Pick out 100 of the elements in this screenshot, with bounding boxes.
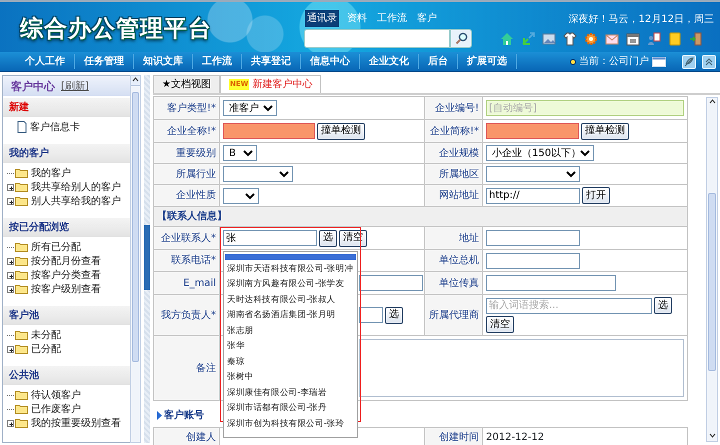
collapse-handle[interactable]: [144, 225, 150, 290]
expand-icon[interactable]: [7, 286, 14, 292]
search-field[interactable]: [304, 29, 450, 48]
autocomplete-option[interactable]: 湖南省名扬酒店集团-张月明: [225, 308, 356, 324]
nav-item[interactable]: 信息中心: [301, 54, 360, 69]
tree-item-label[interactable]: 别人共享给我的客户: [31, 194, 121, 208]
dropdown-field[interactable]: [223, 188, 259, 204]
dropdown-field[interactable]: 小企业（150以下）: [486, 145, 594, 161]
form-button[interactable]: 选: [385, 306, 403, 324]
tree-item-label[interactable]: 按客户级别查看: [31, 282, 101, 296]
tab[interactable]: ★文档视图: [153, 75, 220, 93]
input-field[interactable]: [359, 307, 383, 323]
input-field[interactable]: [486, 275, 616, 291]
search-icon[interactable]: [454, 32, 468, 45]
expand-icon[interactable]: [7, 346, 14, 352]
section-heading: 新建: [3, 98, 130, 117]
autocomplete-option[interactable]: 秦琼: [225, 354, 356, 370]
tree-item-label[interactable]: 按客户分类查看: [31, 268, 101, 282]
input-field[interactable]: [486, 230, 580, 246]
envelope-icon[interactable]: [605, 32, 619, 46]
input-field[interactable]: [自动编号]: [486, 100, 684, 116]
field-label: 重要级别: [176, 148, 216, 158]
field-label: 所属地区: [439, 168, 479, 180]
nav-item[interactable]: 共享登记: [242, 54, 301, 69]
scroll-up-icon[interactable]: [132, 76, 139, 84]
folder-icon: [15, 344, 28, 354]
autocomplete-option[interactable]: 天时达科技有限公司-张叔人: [225, 292, 356, 308]
form-button[interactable]: 选: [654, 297, 672, 314]
nav-item[interactable]: 知识文库: [134, 54, 193, 69]
folder-icon: [15, 404, 28, 414]
input-field[interactable]: [486, 123, 579, 139]
nav-item[interactable]: 任务管理: [75, 54, 134, 69]
notebook-icon[interactable]: [668, 32, 682, 46]
scroll-down-icon[interactable]: [708, 431, 716, 439]
nav-item[interactable]: 企业文化: [360, 54, 419, 69]
tree-item-label[interactable]: 未分配: [31, 328, 61, 342]
autocomplete-option[interactable]: 张树中: [225, 370, 356, 386]
dropdown-field[interactable]: 准客户: [223, 100, 277, 116]
folder-icon: [15, 270, 28, 280]
nav-item[interactable]: 扩展可选: [458, 54, 517, 69]
refresh-link[interactable]: [刷新]: [61, 79, 89, 93]
autocomplete-option[interactable]: 深圳市创为科技有限公司-张玲: [225, 416, 356, 432]
calendar-icon[interactable]: [626, 32, 640, 46]
field-label: 创建时间: [439, 432, 479, 443]
tree-item-label[interactable]: 已作废客户: [31, 402, 81, 416]
highlighted-option[interactable]: [225, 254, 356, 260]
expand-icon[interactable]: [7, 272, 14, 278]
form-button[interactable]: 撞单检测: [581, 122, 629, 140]
tree-item-label[interactable]: 我的客户: [31, 166, 71, 180]
dropdown-field[interactable]: B: [223, 145, 257, 161]
field-value: 2012-12-12: [486, 432, 544, 443]
form-button[interactable]: 清空: [486, 316, 514, 333]
shirt-icon[interactable]: [563, 32, 577, 46]
nav-item[interactable]: 工作流: [193, 54, 242, 69]
expand-icon[interactable]: [7, 420, 14, 426]
tree-item-label[interactable]: 按分配月份查看: [31, 254, 101, 268]
gear-icon[interactable]: [584, 32, 598, 46]
form-button[interactable]: 撞单检测: [317, 122, 365, 140]
section-link[interactable]: 客户账号: [164, 408, 204, 422]
tree-item-label[interactable]: 客户信息卡: [30, 120, 80, 134]
tree-item-label[interactable]: 我共享给别人的客户: [31, 180, 121, 194]
tree-item-label[interactable]: 我的按重要级别查看: [31, 416, 121, 430]
form-button[interactable]: 选: [319, 230, 337, 246]
input-field[interactable]: 输入词语搜索...: [486, 298, 652, 314]
expand-icon[interactable]: [7, 184, 14, 190]
scrollbar-thumb[interactable]: [132, 92, 139, 362]
section-heading: 我的客户: [3, 144, 130, 163]
input-field[interactable]: 张: [223, 230, 317, 246]
search-button[interactable]: [450, 29, 472, 48]
field-label: 网站地址: [439, 190, 479, 201]
scroll-up-icon[interactable]: [708, 98, 716, 106]
autocomplete-option[interactable]: 深圳市话都有限公司-张丹: [225, 401, 356, 416]
scrollbar-thumb[interactable]: [708, 193, 716, 371]
contact-card-icon[interactable]: [647, 32, 661, 46]
autocomplete-option[interactable]: 张华: [225, 339, 356, 354]
remarks-field[interactable]: [359, 339, 684, 397]
top-link[interactable]: 通讯录: [305, 10, 339, 27]
logo-title: 综合办公管理平台: [20, 14, 212, 44]
exit-door-icon[interactable]: [689, 32, 703, 46]
tree-item-label[interactable]: 已分配: [31, 342, 61, 356]
expand-icon[interactable]: [7, 198, 14, 204]
screen-icon[interactable]: [652, 56, 666, 66]
input-field[interactable]: [486, 252, 580, 268]
autocomplete-option[interactable]: 深圳市天语科技有限公司-张明冲: [225, 262, 356, 277]
tree-item-label[interactable]: 所有已分配: [31, 240, 81, 254]
field-label: 企业全称!*: [166, 126, 216, 136]
nav-item[interactable]: 个人工作: [16, 54, 75, 69]
dropdown-field[interactable]: [223, 166, 293, 182]
home-icon[interactable]: [500, 32, 514, 46]
nav-item[interactable]: 后台: [419, 54, 458, 69]
autocomplete-option[interactable]: 张志朋: [225, 324, 356, 339]
input-field[interactable]: http://: [486, 188, 580, 204]
tree-item-label[interactable]: 待认领客户: [31, 388, 81, 402]
picture-frame-icon[interactable]: [542, 32, 556, 46]
input-field[interactable]: [359, 275, 423, 291]
form-button[interactable]: 打开: [582, 187, 610, 204]
input-field[interactable]: [223, 123, 315, 139]
dropdown-field[interactable]: [486, 166, 580, 182]
autocomplete-option[interactable]: 深圳康佳有限公司-李瑞岩: [225, 386, 356, 401]
expand-icon[interactable]: [7, 258, 14, 264]
